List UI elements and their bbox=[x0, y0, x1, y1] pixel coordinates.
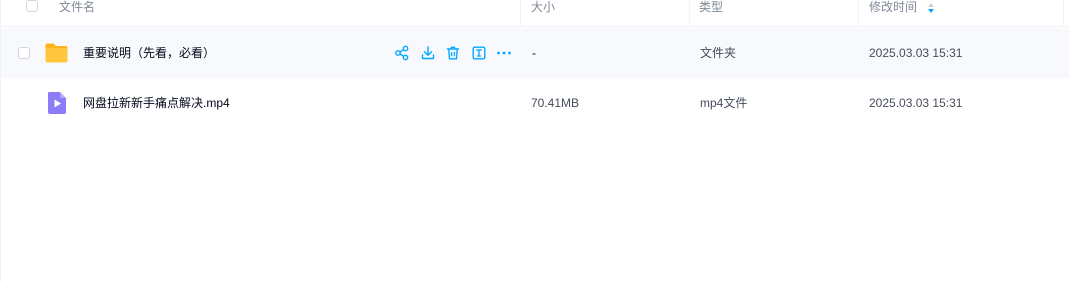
header-type-label: 类型 bbox=[699, 0, 724, 14]
header-name-label: 文件名 bbox=[59, 0, 96, 14]
folder-icon bbox=[45, 43, 68, 63]
header-type[interactable]: 类型 bbox=[699, 0, 723, 26]
file-name[interactable]: 网盘拉新新手痛点解决.mp4 bbox=[83, 78, 230, 128]
header-modified[interactable]: 修改时间 bbox=[869, 0, 917, 26]
header-modified-label: 修改时间 bbox=[869, 0, 918, 14]
delete-icon[interactable] bbox=[445, 45, 461, 61]
file-row[interactable]: 重要说明（先看，必看） - 文件夹 2025.03.03 15:31 bbox=[1, 28, 1069, 78]
file-size: 70.41MB bbox=[531, 96, 580, 110]
file-size: - bbox=[532, 46, 536, 60]
column-divider[interactable] bbox=[1063, 0, 1064, 26]
file-type: mp4文件 bbox=[700, 96, 748, 110]
file-list-header: 文件名 大小 类型 修改时间 bbox=[1, 0, 1069, 27]
file-list-panel: 文件名 大小 类型 修改时间 重要说明（先看，必看） - 文件夹 2025.03… bbox=[0, 0, 1069, 282]
download-icon[interactable] bbox=[420, 45, 436, 61]
select-all-checkbox[interactable] bbox=[26, 0, 38, 12]
file-row[interactable]: 网盘拉新新手痛点解决.mp4 70.41MB mp4文件 2025.03.03 … bbox=[1, 78, 1069, 128]
column-divider[interactable] bbox=[689, 0, 690, 26]
column-divider[interactable] bbox=[520, 0, 521, 26]
header-name[interactable]: 文件名 bbox=[59, 0, 95, 26]
row-checkbox[interactable] bbox=[18, 47, 30, 59]
file-modified: 2025.03.03 15:31 bbox=[869, 46, 963, 60]
column-divider[interactable] bbox=[858, 0, 859, 26]
more-icon[interactable] bbox=[496, 45, 512, 61]
share-icon[interactable] bbox=[394, 45, 410, 61]
header-size[interactable]: 大小 bbox=[531, 0, 555, 26]
video-file-icon bbox=[48, 92, 66, 114]
file-type: 文件夹 bbox=[700, 46, 737, 60]
file-name[interactable]: 重要说明（先看，必看） bbox=[83, 28, 215, 78]
sort-desc-icon[interactable] bbox=[927, 2, 935, 14]
rename-icon[interactable] bbox=[471, 45, 487, 61]
file-modified: 2025.03.03 15:31 bbox=[869, 96, 963, 110]
header-size-label: 大小 bbox=[531, 0, 556, 14]
